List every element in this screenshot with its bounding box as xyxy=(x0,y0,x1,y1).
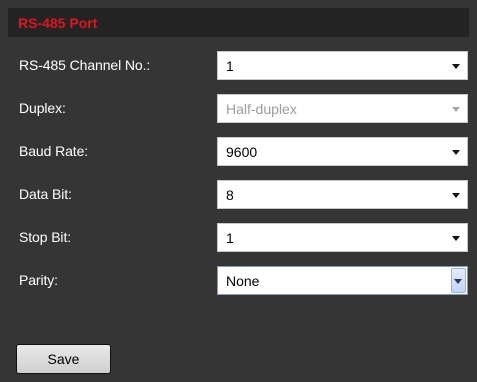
row-parity: Parity: None xyxy=(8,266,469,297)
chevron-down-icon xyxy=(452,107,460,112)
parity-label: Parity: xyxy=(19,272,58,288)
parity-value: None xyxy=(226,273,260,289)
data-bit-select[interactable]: 8 xyxy=(217,180,468,209)
duplex-select: Half-duplex xyxy=(217,94,468,123)
baud-rate-select[interactable]: 9600 xyxy=(217,137,468,166)
chevron-down-icon[interactable] xyxy=(452,236,460,241)
baud-rate-label: Baud Rate: xyxy=(19,143,89,159)
row-channel-no: RS-485 Channel No.: 1 xyxy=(8,51,469,82)
stop-bit-value: 1 xyxy=(226,230,234,246)
parity-dropdown-button[interactable] xyxy=(451,268,466,293)
row-duplex: Duplex: Half-duplex xyxy=(8,94,469,125)
row-baud-rate: Baud Rate: 9600 xyxy=(8,137,469,168)
duplex-value: Half-duplex xyxy=(226,101,297,117)
chevron-down-icon[interactable] xyxy=(452,64,460,69)
data-bit-label: Data Bit: xyxy=(19,186,72,202)
stop-bit-label: Stop Bit: xyxy=(19,229,72,245)
channel-no-value: 1 xyxy=(226,58,234,74)
panel-title: RS-485 Port xyxy=(18,15,98,31)
row-stop-bit: Stop Bit: 1 xyxy=(8,223,469,254)
save-button[interactable]: Save xyxy=(16,344,111,374)
rs485-port-panel: RS-485 Port RS-485 Channel No.: 1 Duplex… xyxy=(0,0,477,382)
baud-rate-value: 9600 xyxy=(226,144,258,160)
chevron-down-icon[interactable] xyxy=(452,150,460,155)
stop-bit-select[interactable]: 1 xyxy=(217,223,468,252)
parity-select[interactable]: None xyxy=(217,266,468,295)
chevron-down-icon xyxy=(454,279,462,284)
channel-no-label: RS-485 Channel No.: xyxy=(19,57,151,73)
chevron-down-icon[interactable] xyxy=(452,193,460,198)
row-data-bit: Data Bit: 8 xyxy=(8,180,469,211)
rs485-settings-form: RS-485 Channel No.: 1 Duplex: Half-duple… xyxy=(8,37,469,382)
duplex-label: Duplex: xyxy=(19,100,66,116)
panel-header: RS-485 Port xyxy=(8,8,469,37)
channel-no-select[interactable]: 1 xyxy=(217,51,468,80)
data-bit-value: 8 xyxy=(226,187,234,203)
